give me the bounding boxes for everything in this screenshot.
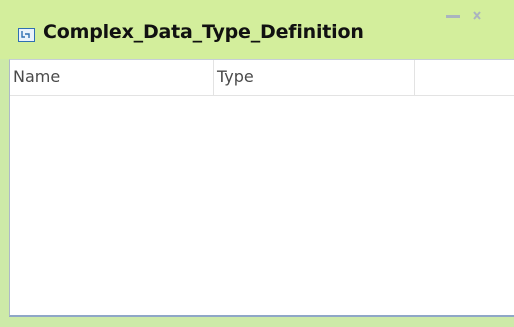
column-header-empty[interactable] [415,60,514,95]
column-header-type[interactable]: Type [214,60,415,95]
view-window: Complex_Data_Type_Definition Name Type [0,0,514,327]
data-type-icon [18,28,35,42]
minimize-icon[interactable] [444,10,462,24]
table-body[interactable] [10,96,514,315]
close-icon[interactable] [468,10,486,24]
column-header-name[interactable]: Name [10,60,214,95]
table-header-row: Name Type [10,60,514,96]
data-type-table: Name Type [9,59,514,317]
view-titlebar[interactable]: Complex_Data_Type_Definition [0,0,514,59]
view-title: Complex_Data_Type_Definition [43,21,364,43]
